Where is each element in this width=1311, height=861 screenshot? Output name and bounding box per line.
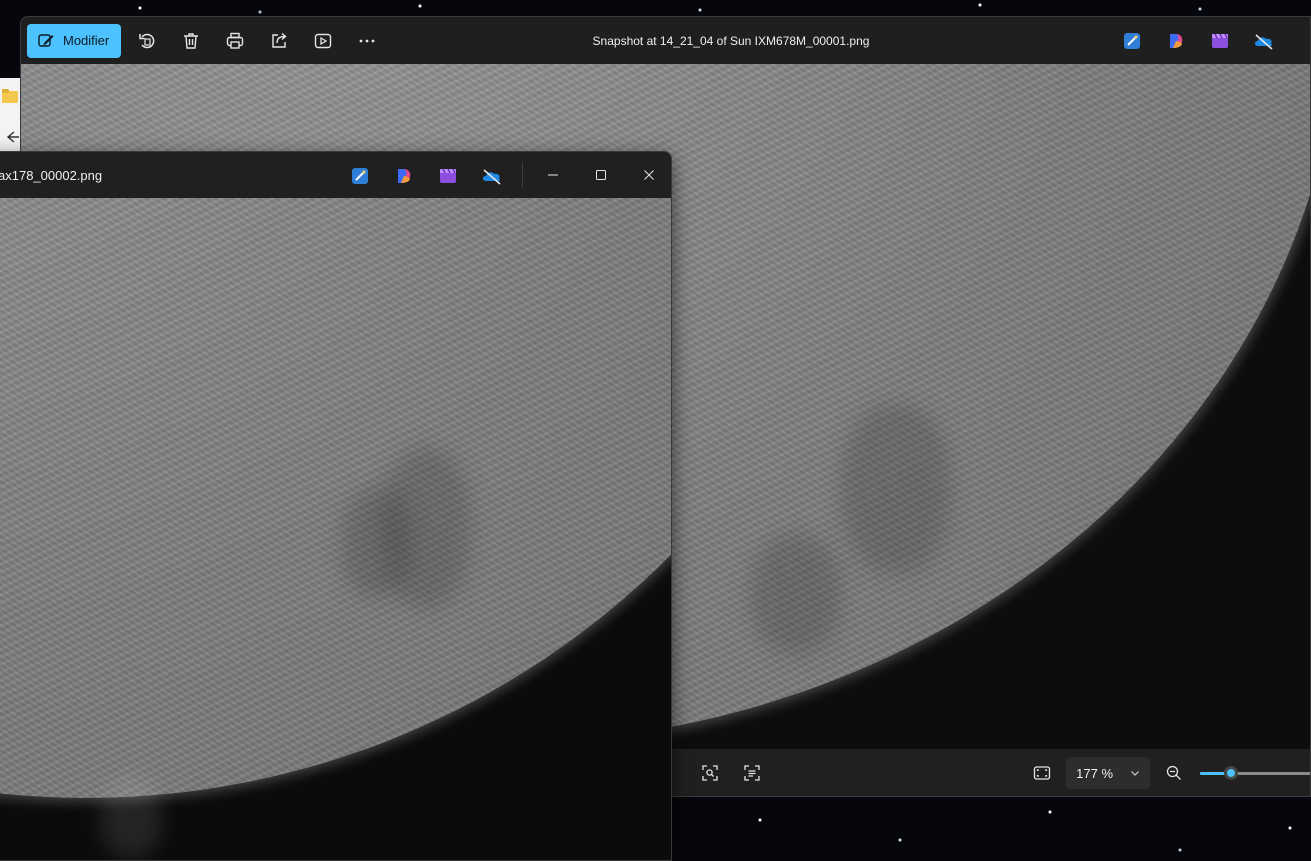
zoom-out-button[interactable] xyxy=(1160,758,1188,788)
slideshow-button[interactable] xyxy=(305,24,341,58)
copilot-icon xyxy=(398,168,411,183)
titlebar-separator xyxy=(522,162,523,188)
share-icon xyxy=(272,32,287,48)
close-button[interactable] xyxy=(626,152,671,198)
rotate-icon xyxy=(139,33,155,48)
zoom-slider-thumb[interactable] xyxy=(1224,766,1239,780)
app-shortcuts xyxy=(349,152,503,199)
app-shortcuts xyxy=(1121,17,1275,64)
sun-photo-front[interactable] xyxy=(0,198,671,860)
status-bar: 177 % xyxy=(674,749,1310,796)
designer-icon xyxy=(1124,32,1140,49)
designer-button[interactable] xyxy=(1121,30,1143,52)
edit-button[interactable]: Modifier xyxy=(27,23,122,58)
fit-to-window-button[interactable] xyxy=(1028,758,1056,788)
clipchamp-icon xyxy=(440,168,456,183)
folder-icon xyxy=(2,89,19,143)
back-arrow-icon xyxy=(6,131,19,143)
window-title: Snapshot at 14_21_04 of Sun IXM678M_0000… xyxy=(592,33,870,48)
visual-search-button[interactable] xyxy=(696,758,724,788)
maximize-button[interactable] xyxy=(578,152,624,198)
close-icon xyxy=(644,170,654,180)
solar-disc xyxy=(0,198,671,798)
share-button[interactable] xyxy=(261,24,297,58)
print-icon xyxy=(227,32,244,49)
photos-window-front: ax178_00002.png xyxy=(0,151,672,861)
edit-icon xyxy=(38,33,54,47)
clipchamp-button[interactable] xyxy=(437,165,459,187)
copilot-icon xyxy=(1170,33,1183,48)
filament-shadow xyxy=(841,404,951,574)
more-button[interactable] xyxy=(349,24,385,58)
filament-shadow xyxy=(341,488,411,598)
window-title: ax178_00002.png xyxy=(0,167,103,183)
rotate-button[interactable] xyxy=(129,24,165,58)
onedrive-icon xyxy=(483,168,501,185)
text-scan-icon xyxy=(744,765,760,781)
onedrive-icon xyxy=(1255,33,1273,50)
onedrive-button[interactable] xyxy=(1253,30,1275,52)
minimize-icon xyxy=(548,174,558,176)
copilot-button[interactable] xyxy=(393,165,415,187)
fit-to-window-icon xyxy=(1033,766,1051,780)
clipchamp-icon xyxy=(1212,33,1228,48)
title-bar: ax178_00002.png xyxy=(0,152,671,198)
visual-search-icon xyxy=(702,765,718,781)
maximize-icon xyxy=(596,170,606,180)
delete-icon xyxy=(184,32,199,49)
filament-shadow xyxy=(751,534,841,654)
zoom-out-icon xyxy=(1166,765,1181,780)
slideshow-icon xyxy=(315,33,332,48)
copilot-button[interactable] xyxy=(1165,30,1187,52)
clipchamp-button[interactable] xyxy=(1209,30,1231,52)
prominence xyxy=(101,778,161,858)
print-button[interactable] xyxy=(217,24,253,58)
minimize-button[interactable] xyxy=(530,152,576,198)
onedrive-button[interactable] xyxy=(481,165,503,187)
delete-button[interactable] xyxy=(173,24,209,58)
more-icon xyxy=(359,39,375,42)
zoom-dropdown[interactable]: 177 % xyxy=(1066,757,1150,789)
edit-button-label: Modifier xyxy=(63,33,110,48)
explorer-window-edge xyxy=(0,78,20,152)
zoom-slider[interactable] xyxy=(1199,763,1310,783)
designer-icon xyxy=(352,167,368,184)
text-scan-button[interactable] xyxy=(738,758,766,788)
zoom-value: 177 % xyxy=(1076,765,1114,781)
designer-button[interactable] xyxy=(349,165,371,187)
chevron-down-icon xyxy=(1130,771,1139,776)
